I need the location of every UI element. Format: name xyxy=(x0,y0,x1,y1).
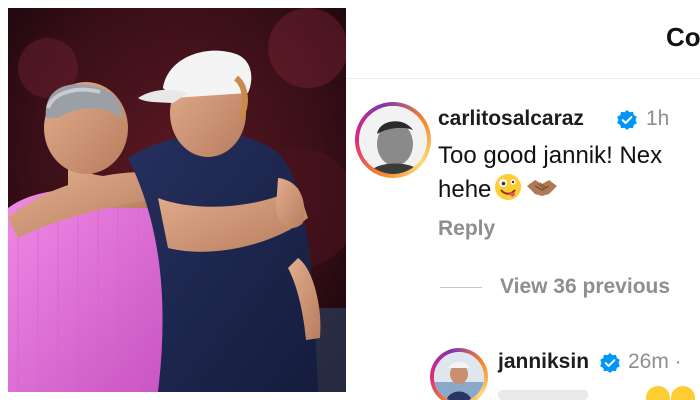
view-replies-line xyxy=(440,287,482,288)
reply-button[interactable]: Reply xyxy=(438,217,495,241)
story-ring-avatar[interactable] xyxy=(430,348,488,400)
avatar xyxy=(359,106,427,174)
verified-badge-icon xyxy=(600,353,620,373)
view-previous-replies-button[interactable]: View 36 previous xyxy=(500,275,670,299)
comment-text-line-1: Too good jannik! Nex xyxy=(438,142,663,169)
comments-panel: Co carlitosalcaraz 1h Too good jannik! N… xyxy=(346,0,700,400)
comment-text-line-2: hehe xyxy=(438,172,662,206)
comment-username[interactable]: janniksin xyxy=(498,350,589,374)
verified-badge-icon xyxy=(617,110,637,130)
avatar xyxy=(434,352,484,400)
players-hug-image xyxy=(8,8,346,392)
handshake-emoji-icon xyxy=(527,180,558,196)
comment-body-cropped xyxy=(498,382,700,400)
comment-body: Too good jannik! Nex hehe xyxy=(438,140,662,206)
post-photo[interactable] xyxy=(8,8,346,392)
comment-timestamp: 1h xyxy=(646,107,670,130)
comment-username[interactable]: carlitosalcaraz xyxy=(438,107,584,131)
story-ring-avatar[interactable] xyxy=(355,102,431,178)
comment-timestamp: 26m · xyxy=(628,350,682,373)
zany-face-emoji-icon xyxy=(495,174,522,200)
header-divider xyxy=(346,78,700,79)
comments-header-title: Co xyxy=(666,22,700,52)
comment-text-line-2-text: hehe xyxy=(438,176,492,203)
